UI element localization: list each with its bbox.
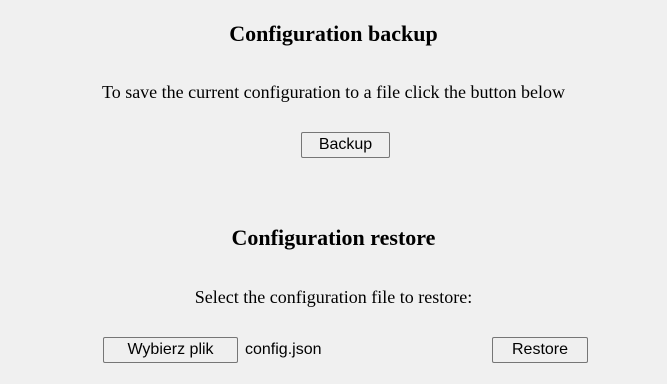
selected-file-name: config.json: [245, 341, 322, 358]
restore-button[interactable]: Restore: [492, 337, 588, 363]
restore-description: Select the configuration file to restore…: [194, 287, 473, 307]
backup-description: To save the current configuration to a f…: [101, 82, 566, 102]
backup-button[interactable]: Backup: [301, 132, 390, 158]
config-page: { "backup": { "title": "Configuration ba…: [0, 0, 667, 384]
backup-title: Configuration backup: [229, 21, 438, 46]
restore-title: Configuration restore: [231, 225, 436, 250]
choose-file-button[interactable]: Wybierz plik: [103, 337, 238, 363]
